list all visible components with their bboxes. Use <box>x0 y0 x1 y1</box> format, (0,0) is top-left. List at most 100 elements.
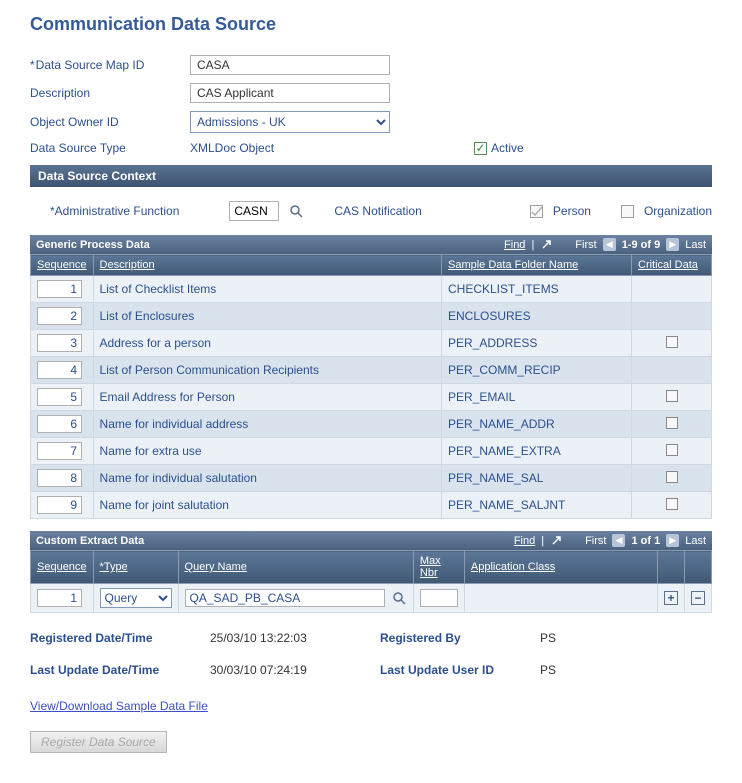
map-id-input[interactable] <box>190 55 390 75</box>
custom-appclass <box>464 584 657 613</box>
row-critical <box>632 330 712 357</box>
custom-grid-bar: Custom Extract Data Find | First ◀ 1 of … <box>30 531 712 550</box>
col-description[interactable]: Description <box>93 255 441 276</box>
table-row: Name for individual salutationPER_NAME_S… <box>31 465 712 492</box>
generic-last[interactable]: Last <box>685 239 706 251</box>
row-critical <box>632 384 712 411</box>
row-description: Email Address for Person <box>93 384 441 411</box>
row-folder: PER_NAME_EXTRA <box>442 438 632 465</box>
sequence-input[interactable] <box>37 496 82 514</box>
critical-checkbox[interactable] <box>666 417 678 429</box>
custom-first[interactable]: First <box>585 535 606 547</box>
registered-by-value: PS <box>540 631 556 645</box>
admin-function-desc: CAS Notification <box>334 204 421 218</box>
custom-last[interactable]: Last <box>685 535 706 547</box>
lookup-icon[interactable] <box>392 591 407 606</box>
col-c-qname[interactable]: Query Name <box>178 551 413 584</box>
sequence-input[interactable] <box>37 361 82 379</box>
table-row: Name for individual addressPER_NAME_ADDR <box>31 411 712 438</box>
sequence-input[interactable] <box>37 469 82 487</box>
person-label: Person <box>553 204 591 218</box>
generic-next-icon[interactable]: ▶ <box>666 238 679 251</box>
row-critical <box>632 357 712 384</box>
description-input[interactable] <box>190 83 390 103</box>
critical-checkbox[interactable] <box>666 390 678 402</box>
generic-popout-icon[interactable] <box>540 238 553 251</box>
owner-select[interactable]: Admissions - UK <box>190 111 390 133</box>
admin-function-input[interactable] <box>229 201 279 221</box>
critical-checkbox[interactable] <box>666 498 678 510</box>
col-c-type[interactable]: *Type <box>93 551 178 584</box>
sequence-input[interactable] <box>37 280 82 298</box>
organization-checkbox <box>621 205 634 218</box>
sequence-input[interactable] <box>37 415 82 433</box>
row-critical <box>632 438 712 465</box>
row-description: List of Person Communication Recipients <box>93 357 441 384</box>
owner-label: Object Owner ID <box>30 115 190 129</box>
row-description: Name for individual salutation <box>93 465 441 492</box>
table-row: List of Checklist ItemsCHECKLIST_ITEMS <box>31 276 712 303</box>
row-folder: PER_NAME_SALJNT <box>442 492 632 519</box>
custom-popout-icon[interactable] <box>550 534 563 547</box>
row-critical <box>632 465 712 492</box>
table-row: Name for extra usePER_NAME_EXTRA <box>31 438 712 465</box>
row-description: Name for joint salutation <box>93 492 441 519</box>
sequence-input[interactable] <box>37 334 82 352</box>
admin-function-label: *Administrative Function <box>50 204 179 218</box>
organization-label: Organization <box>644 204 712 218</box>
row-description: Name for individual address <box>93 411 441 438</box>
generic-first[interactable]: First <box>575 239 596 251</box>
row-critical <box>632 303 712 330</box>
delete-row-button[interactable]: − <box>691 591 705 605</box>
register-button: Register Data Source <box>30 731 167 753</box>
col-c-appclass[interactable]: Application Class <box>464 551 657 584</box>
col-c-sequence[interactable]: Sequence <box>31 551 94 584</box>
context-bar: Data Source Context <box>30 165 712 187</box>
type-value: XMLDoc Object <box>190 141 274 155</box>
custom-maxnbr-input[interactable] <box>420 589 458 607</box>
custom-find-link[interactable]: Find <box>514 535 535 547</box>
col-folder[interactable]: Sample Data Folder Name <box>442 255 632 276</box>
last-update-by-label: Last Update User ID <box>380 663 540 677</box>
col-c-max[interactable]: Max Nbr <box>413 551 464 584</box>
row-folder: ENCLOSURES <box>442 303 632 330</box>
registered-date-label: Registered Date/Time <box>30 631 210 645</box>
row-critical <box>632 276 712 303</box>
table-row: List of EnclosuresENCLOSURES <box>31 303 712 330</box>
table-row: List of Person Communication RecipientsP… <box>31 357 712 384</box>
active-checkbox[interactable]: ✓ <box>474 142 487 155</box>
row-folder: PER_COMM_RECIP <box>442 357 632 384</box>
generic-find-link[interactable]: Find <box>504 239 525 251</box>
sequence-input[interactable] <box>37 442 82 460</box>
custom-type-select[interactable]: Query <box>100 588 172 608</box>
critical-checkbox[interactable] <box>666 444 678 456</box>
table-row: Email Address for PersonPER_EMAIL <box>31 384 712 411</box>
view-download-link[interactable]: View/Download Sample Data File <box>30 699 208 713</box>
add-row-button[interactable]: + <box>664 591 678 605</box>
lookup-icon[interactable] <box>289 204 304 219</box>
custom-next-icon[interactable]: ▶ <box>666 534 679 547</box>
col-sequence[interactable]: Sequence <box>31 255 94 276</box>
critical-checkbox[interactable] <box>666 336 678 348</box>
type-label: Data Source Type <box>30 141 190 155</box>
sequence-input[interactable] <box>37 388 82 406</box>
critical-checkbox[interactable] <box>666 471 678 483</box>
custom-prev-icon[interactable]: ◀ <box>612 534 625 547</box>
generic-prev-icon[interactable]: ◀ <box>603 238 616 251</box>
registered-date-value: 25/03/10 13:22:03 <box>210 631 380 645</box>
last-update-date-value: 30/03/10 07:24:19 <box>210 663 380 677</box>
row-description: Name for extra use <box>93 438 441 465</box>
col-critical[interactable]: Critical Data <box>632 255 712 276</box>
custom-seq-input[interactable] <box>37 589 82 607</box>
row-description: List of Checklist Items <box>93 276 441 303</box>
row-folder: PER_NAME_ADDR <box>442 411 632 438</box>
page-title: Communication Data Source <box>30 14 712 35</box>
row-description: Address for a person <box>93 330 441 357</box>
row-description: List of Enclosures <box>93 303 441 330</box>
custom-grid: Sequence *Type Query Name Max Nbr Applic… <box>30 550 712 613</box>
sequence-input[interactable] <box>37 307 82 325</box>
last-update-date-label: Last Update Date/Time <box>30 663 210 677</box>
row-folder: PER_EMAIL <box>442 384 632 411</box>
row-critical <box>632 411 712 438</box>
custom-qname-input[interactable] <box>185 589 385 607</box>
